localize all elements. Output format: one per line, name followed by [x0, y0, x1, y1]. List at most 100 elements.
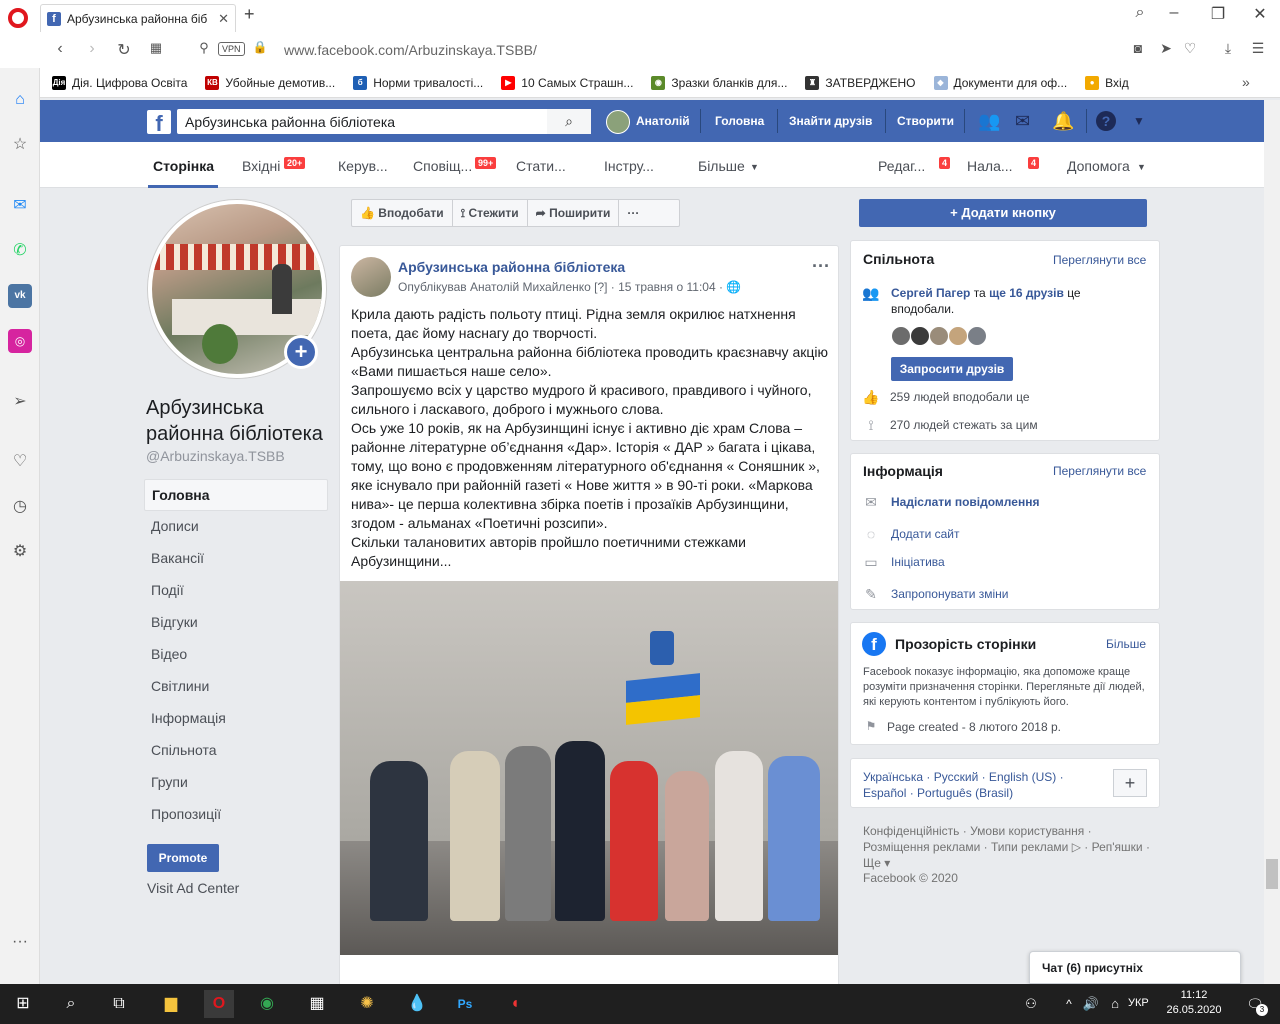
bookmark-item[interactable]: ◉ Зразки бланків для... [651, 75, 787, 90]
info-see-all[interactable]: Переглянути все [1053, 464, 1146, 478]
friend-avatar[interactable] [967, 326, 987, 346]
like-page-button[interactable]: 👍 Вподобати [352, 200, 453, 226]
chrome-icon[interactable]: ◉ [252, 990, 282, 1018]
home-link[interactable]: Головна [715, 114, 764, 128]
left-nav-item[interactable]: Відгуки [144, 607, 328, 639]
home-icon[interactable]: ⌂ [8, 88, 32, 112]
profile-link[interactable]: Анатолій [636, 114, 690, 128]
follow-button[interactable]: ⟟ Стежити [453, 200, 528, 226]
transparency-more[interactable]: Більше [1106, 637, 1146, 651]
scrollbar-thumb[interactable] [1266, 859, 1278, 889]
bookmark-item[interactable]: ▶ 10 Самых Страшн... [501, 75, 633, 90]
windows-start-icon[interactable]: ⊞ [8, 990, 38, 1018]
friend-avatar[interactable] [948, 326, 968, 346]
tab-settings[interactable]: Нала... [967, 158, 1013, 174]
settings-gear-icon[interactable]: ⚙ [8, 540, 32, 564]
messenger-icon[interactable]: ✉ [8, 194, 32, 218]
flow-icon[interactable]: ➢ [8, 390, 32, 414]
sidebar-more-icon[interactable]: ··· [8, 930, 32, 954]
left-nav-item[interactable]: Пропозиції [144, 799, 328, 831]
post-author[interactable]: Арбузинська районна бібліотека [398, 259, 625, 275]
history-icon[interactable]: ◷ [8, 495, 32, 519]
calculator-icon[interactable]: ▦ [302, 990, 332, 1018]
tab-notifications[interactable]: Сповіщ... [413, 158, 472, 174]
tab-more[interactable]: Більше [698, 158, 745, 174]
community-see-all[interactable]: Переглянути все [1053, 253, 1146, 267]
bookmark-item[interactable]: Дія Дія. Цифрова Освіта [52, 75, 187, 90]
media-app-icon[interactable]: ◖ [500, 990, 530, 1018]
url-field[interactable]: www.facebook.com/Arbuzinskaya.TSBB/ [284, 42, 537, 58]
scrollbar[interactable] [1264, 100, 1280, 984]
bookmark-item[interactable]: ◆ Документи для оф... [933, 75, 1067, 90]
send-icon[interactable]: ➤ [1156, 40, 1176, 57]
network-icon[interactable]: ⌂ [1100, 990, 1130, 1018]
help-chevron-icon[interactable]: ▼ [1137, 162, 1146, 172]
user-avatar[interactable] [606, 110, 630, 134]
left-nav-item[interactable]: Події [144, 575, 328, 607]
tab-help[interactable]: Допомога [1067, 158, 1130, 174]
promote-button[interactable]: Promote [147, 844, 219, 872]
tab-tools[interactable]: Інстру... [604, 158, 654, 174]
back-icon[interactable]: ‹ [50, 40, 70, 58]
left-nav-item[interactable]: Головна [144, 479, 328, 511]
ad-center-link[interactable]: Visit Ad Center [147, 880, 239, 896]
paint-icon[interactable]: 💧 [402, 990, 432, 1018]
app-icon[interactable]: ✺ [352, 990, 382, 1018]
bookmark-item[interactable]: ● Вхід [1085, 75, 1129, 90]
left-nav-item[interactable]: Дописи [144, 511, 328, 543]
keyboard-language[interactable]: УКР [1128, 997, 1149, 1009]
heart-icon[interactable]: ♡ [1180, 40, 1200, 57]
create-link[interactable]: Створити [897, 114, 954, 128]
favorites-heart-icon[interactable]: ♡ [8, 450, 32, 474]
footer-links[interactable]: Конфіденційність · Умови користування · … [863, 823, 1153, 871]
minimize-icon[interactable]: – [1162, 4, 1186, 22]
bookmark-item[interactable]: б Норми тривалості... [353, 75, 483, 90]
more-languages-button[interactable]: + [1113, 769, 1147, 797]
left-nav-item[interactable]: Відео [144, 639, 328, 671]
share-button[interactable]: ➦ Поширити [528, 200, 620, 226]
account-menu-chevron-icon[interactable]: ▼ [1133, 114, 1145, 128]
system-clock[interactable]: 11:12 26.05.2020 [1166, 988, 1222, 1018]
add-photo-plus-icon[interactable]: + [284, 335, 318, 369]
facebook-search-input[interactable]: Арбузинська районна бібліотека ⌕ [177, 109, 591, 134]
initiative-link[interactable]: Ініціатива [891, 555, 945, 569]
suggest-edits-link[interactable]: Запропонувати зміни [891, 587, 1009, 601]
close-tab-icon[interactable]: ✕ [218, 11, 229, 27]
chat-bar[interactable]: Чат (6) присутніх [1029, 951, 1241, 984]
friend-name-link[interactable]: Сергей Пагер [891, 286, 970, 300]
friend-requests-icon[interactable]: 👥 [978, 111, 1000, 132]
tab-manage[interactable]: Керув... [338, 158, 388, 174]
forward-icon[interactable]: › [82, 40, 102, 58]
page-handle[interactable]: @Arbuzinskaya.TSBB [146, 448, 285, 464]
search-tabs-icon[interactable]: ⌕ [1128, 4, 1152, 22]
invite-friends-button[interactable]: Запросити друзів [891, 357, 1013, 381]
opera-logo-icon[interactable] [8, 8, 28, 28]
close-window-icon[interactable]: ✕ [1248, 4, 1272, 24]
search-icon[interactable]: ⌕ [56, 990, 86, 1018]
friend-avatar[interactable] [910, 326, 930, 346]
restore-icon[interactable]: ❐ [1206, 4, 1230, 24]
instagram-icon[interactable]: ◎ [8, 329, 32, 353]
friend-avatar[interactable] [929, 326, 949, 346]
tab-page[interactable]: Сторінка [153, 158, 214, 174]
camera-icon[interactable]: ◙ [1128, 40, 1148, 56]
left-nav-item[interactable]: Групи [144, 767, 328, 799]
notifications-bell-icon[interactable]: 🔔 [1052, 111, 1074, 132]
tab-edit[interactable]: Редаг... [878, 158, 925, 174]
browser-tab[interactable]: f Арбузинська районна біб ✕ [40, 4, 236, 32]
bookmark-item[interactable]: ♜ ЗАТВЕРДЖЕНО [805, 75, 916, 90]
opera-taskbar-icon[interactable]: O [204, 990, 234, 1018]
add-website-link[interactable]: Додати сайт [891, 527, 960, 541]
vk-icon[interactable]: vk [8, 284, 32, 308]
messenger-top-icon[interactable]: ✉ [1015, 111, 1030, 132]
send-message-link[interactable]: Надіслати повідомлення [891, 495, 1039, 509]
file-explorer-icon[interactable]: ▆ [156, 990, 186, 1018]
left-nav-item[interactable]: Спільнота [144, 735, 328, 767]
post-options-icon[interactable]: ··· [812, 256, 830, 277]
people-icon[interactable]: ⚇ [1016, 990, 1046, 1018]
vpn-badge[interactable]: VPN [218, 42, 245, 56]
more-chevron-icon[interactable]: ▼ [750, 162, 759, 172]
reload-icon[interactable]: ↻ [114, 40, 134, 60]
post-author-avatar[interactable] [351, 257, 391, 297]
tab-stats[interactable]: Стати... [516, 158, 566, 174]
